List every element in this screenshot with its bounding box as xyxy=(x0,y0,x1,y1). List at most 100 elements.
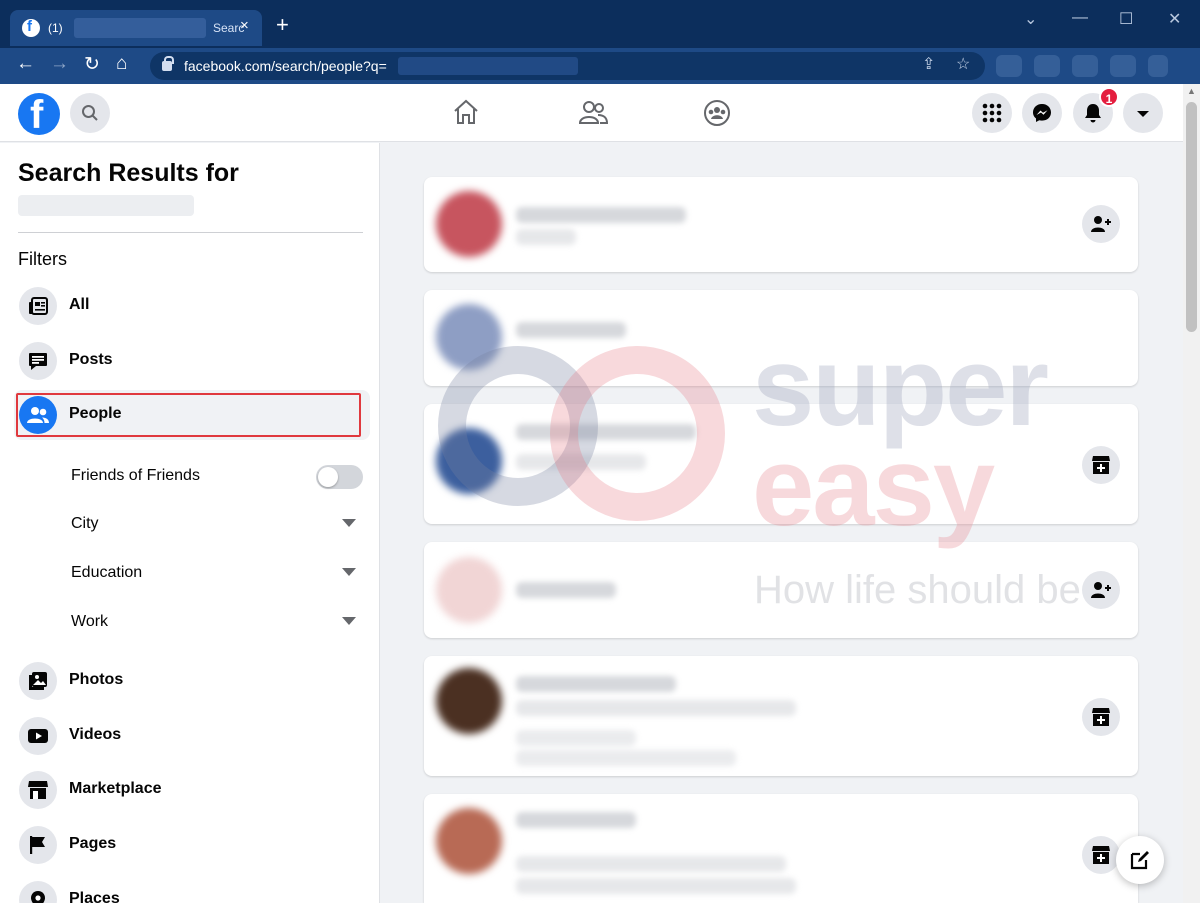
result-card[interactable] xyxy=(424,290,1138,386)
filter-item-photos[interactable]: Photos xyxy=(14,656,370,706)
add-friend-icon[interactable] xyxy=(1082,571,1120,609)
work-dropdown-caret-icon[interactable] xyxy=(342,617,356,625)
back-arrow-icon[interactable]: ← xyxy=(16,53,35,75)
videos-icon xyxy=(19,717,57,755)
facebook-logo-icon[interactable]: f xyxy=(18,93,60,137)
facebook-favicon-icon xyxy=(22,18,40,37)
page-scrollbar[interactable]: ▲ xyxy=(1183,84,1200,903)
result-card[interactable] xyxy=(424,404,1138,524)
people-highlight-box xyxy=(16,393,361,437)
city-dropdown-caret-icon[interactable] xyxy=(342,519,356,527)
friends-nav-icon[interactable] xyxy=(578,99,609,132)
result-name-redacted xyxy=(516,676,676,692)
tab-close-icon[interactable]: × xyxy=(240,17,249,34)
result-name-redacted xyxy=(516,322,626,338)
search-icon[interactable] xyxy=(70,93,110,133)
newsfeed-icon xyxy=(19,287,57,325)
reload-icon[interactable]: ↻ xyxy=(84,53,100,76)
filter-item-all[interactable]: All xyxy=(14,281,370,331)
result-detail-redacted xyxy=(516,730,636,746)
places-icon xyxy=(19,881,57,903)
follow-page-icon[interactable] xyxy=(1082,446,1120,484)
filter-item-pages[interactable]: Pages xyxy=(14,820,370,870)
follow-page-icon[interactable] xyxy=(1082,698,1120,736)
filter-item-label: Posts xyxy=(69,351,113,368)
result-detail-redacted xyxy=(516,700,796,716)
filters-heading: Filters xyxy=(18,249,67,269)
new-message-compose-button[interactable] xyxy=(1116,836,1164,884)
menu-grid-icon[interactable] xyxy=(972,93,1012,133)
filter-item-label: Videos xyxy=(69,726,122,743)
scroll-up-icon[interactable]: ▲ xyxy=(1187,86,1196,96)
filter-item-label: Pages xyxy=(69,835,117,852)
extension-icon[interactable] xyxy=(996,55,1022,77)
account-dropdown-icon[interactable] xyxy=(1123,93,1163,133)
divider xyxy=(18,232,363,233)
address-bar[interactable]: facebook.com/search/people?q= ⇪ ☆ xyxy=(150,52,985,80)
browser-tab[interactable]: (1) Searc × xyxy=(10,10,262,46)
search-query-redacted xyxy=(18,195,194,216)
browser-menu-icon[interactable] xyxy=(1148,55,1168,77)
page-title: Search Results for xyxy=(18,159,239,187)
result-detail-redacted xyxy=(516,454,646,470)
maximize-button[interactable]: ☐ xyxy=(1119,9,1133,29)
result-name-redacted xyxy=(516,812,636,828)
avatar xyxy=(436,808,502,874)
result-card[interactable] xyxy=(424,656,1138,776)
tab-notification-count: (1) xyxy=(48,21,63,35)
filter-item-marketplace[interactable]: Marketplace xyxy=(14,765,370,815)
close-window-button[interactable]: ✕ xyxy=(1168,9,1181,29)
filter-item-label: Places xyxy=(69,890,120,903)
home-icon[interactable]: ⌂ xyxy=(116,53,127,75)
tab-title-redacted xyxy=(74,18,206,38)
url-query-redacted xyxy=(398,57,578,75)
groups-nav-icon[interactable] xyxy=(703,99,731,134)
url-text: facebook.com/search/people?q= xyxy=(184,58,387,74)
result-name-redacted xyxy=(516,582,616,598)
pages-flag-icon xyxy=(19,826,57,864)
scrollbar-thumb[interactable] xyxy=(1186,102,1197,332)
avatar xyxy=(436,304,502,370)
add-friend-icon[interactable] xyxy=(1082,205,1120,243)
toggle-knob xyxy=(318,467,338,487)
result-card[interactable] xyxy=(424,794,1138,903)
forward-arrow-icon[interactable]: → xyxy=(50,53,69,75)
result-detail-redacted xyxy=(516,229,576,245)
filter-item-videos[interactable]: Videos xyxy=(14,711,370,761)
marketplace-icon xyxy=(19,771,57,809)
result-detail-redacted xyxy=(516,878,796,894)
friends-of-friends-toggle[interactable] xyxy=(316,465,363,489)
result-detail-redacted xyxy=(516,856,786,872)
extension-icon[interactable] xyxy=(1110,55,1136,77)
extension-icon[interactable] xyxy=(1072,55,1098,77)
share-icon[interactable]: ⇪ xyxy=(922,54,935,74)
messenger-icon[interactable] xyxy=(1022,93,1062,133)
tab-search-icon[interactable]: ⌄ xyxy=(1024,9,1037,29)
filter-item-places[interactable]: Places xyxy=(14,875,370,903)
friends-of-friends-label: Friends of Friends xyxy=(71,467,200,484)
result-card[interactable] xyxy=(424,177,1138,272)
education-dropdown-caret-icon[interactable] xyxy=(342,568,356,576)
browser-tab-strip: (1) Searc × + ⌄ — ☐ ✕ xyxy=(0,0,1200,48)
home-nav-icon[interactable] xyxy=(452,99,480,132)
lock-icon xyxy=(162,56,174,71)
result-name-redacted xyxy=(516,424,696,440)
result-name-redacted xyxy=(516,207,686,223)
city-filter-label[interactable]: City xyxy=(71,515,99,533)
filter-item-posts[interactable]: Posts xyxy=(14,336,370,386)
result-card[interactable] xyxy=(424,542,1138,638)
extension-icon[interactable] xyxy=(1034,55,1060,77)
bookmark-star-icon[interactable]: ☆ xyxy=(956,54,970,74)
filter-item-label: Photos xyxy=(69,671,124,688)
notification-badge: 1 xyxy=(1099,87,1119,107)
photos-icon xyxy=(19,662,57,700)
education-filter-label[interactable]: Education xyxy=(71,564,142,582)
filter-item-label: All xyxy=(69,296,90,313)
search-filters-sidebar: Search Results for Filters All Posts Peo… xyxy=(0,143,380,903)
avatar xyxy=(436,557,502,623)
follow-page-icon[interactable] xyxy=(1082,836,1120,874)
avatar xyxy=(436,668,502,734)
work-filter-label[interactable]: Work xyxy=(71,613,108,631)
new-tab-button[interactable]: + xyxy=(276,14,289,36)
minimize-button[interactable]: — xyxy=(1072,9,1088,27)
